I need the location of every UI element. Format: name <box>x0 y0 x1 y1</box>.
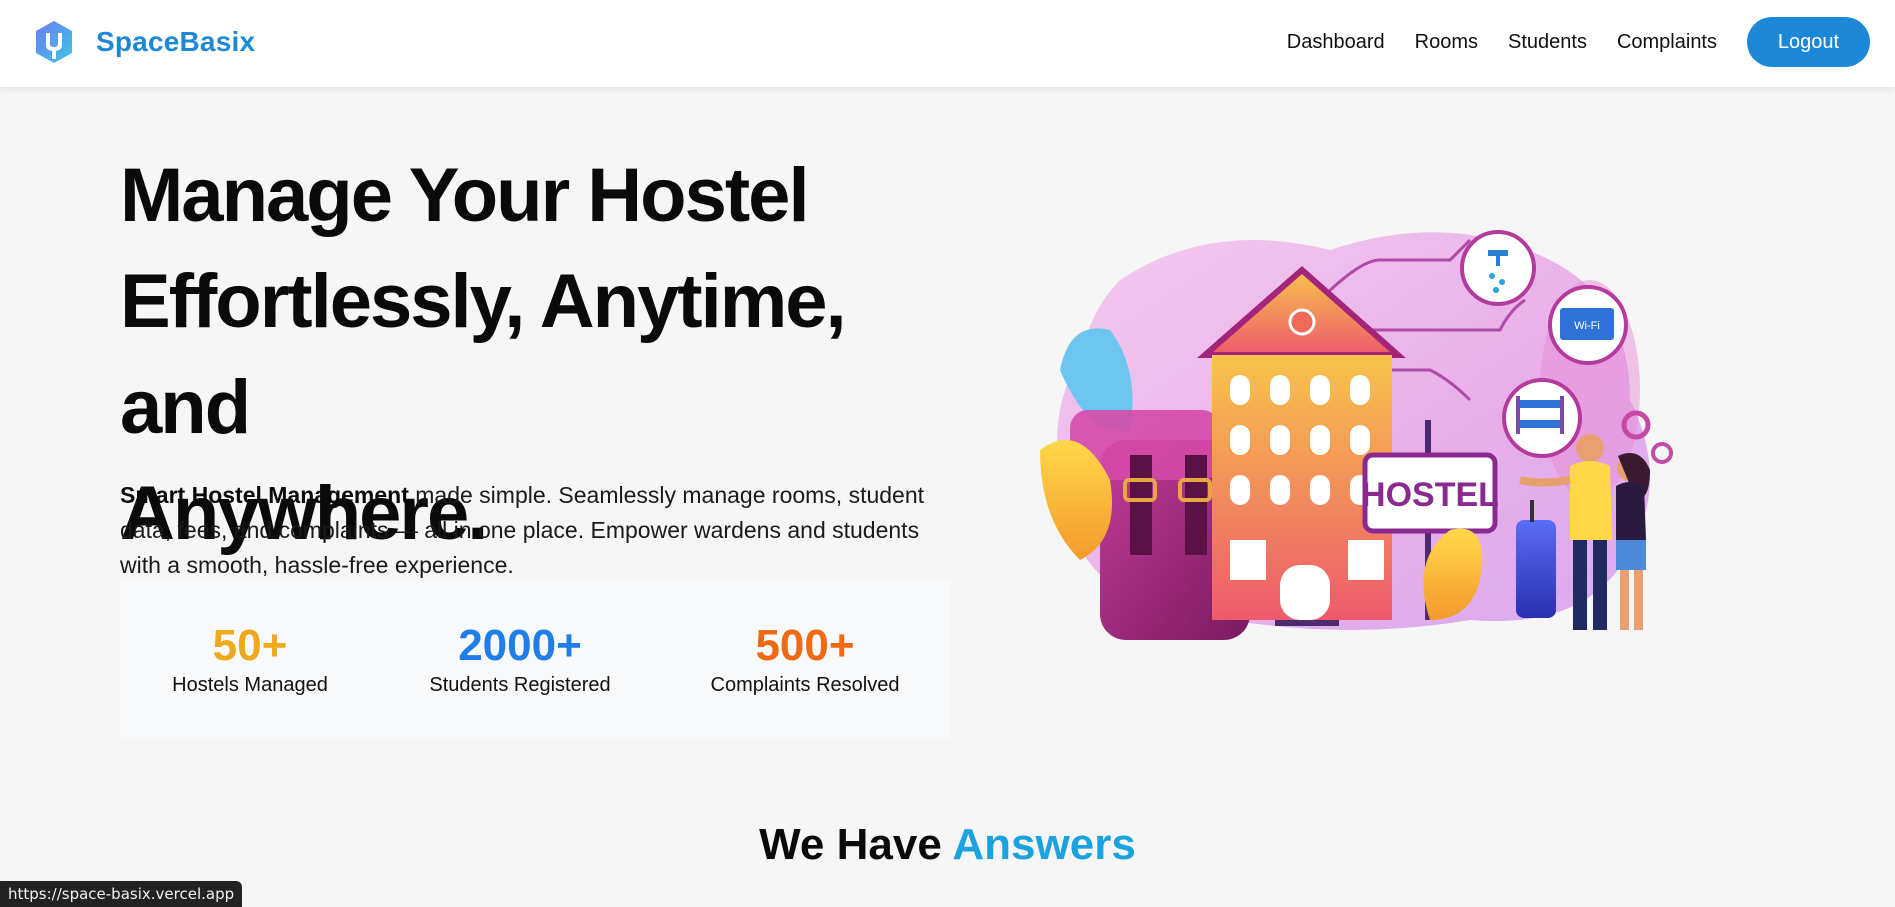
hero-description: Smart Hostel Management made simple. Sea… <box>120 478 950 583</box>
nav-complaints-link[interactable]: Complaints <box>1617 31 1717 54</box>
brand-name: SpaceBasix <box>96 26 256 57</box>
hero-description-bold: Smart Hostel Management <box>120 482 409 508</box>
stats-panel: 50+ Hostels Managed 2000+ Students Regis… <box>120 580 950 738</box>
stat-students-value: 2000+ <box>458 621 582 670</box>
nav-rooms-link[interactable]: Rooms <box>1415 31 1478 54</box>
logout-button[interactable]: Logout <box>1747 17 1870 67</box>
status-bar-url: https://space-basix.vercel.app <box>0 881 243 907</box>
stat-hostels-value: 50+ <box>212 621 288 670</box>
shower-icon <box>1460 230 1536 306</box>
faq-title-plain: We Have <box>759 820 953 869</box>
stat-students-label: Students Registered <box>429 674 611 696</box>
nav-dashboard-link[interactable]: Dashboard <box>1287 31 1385 54</box>
faq-section-title: We Have Answers <box>0 820 1895 870</box>
stat-hostels: 50+ Hostels Managed <box>150 622 350 697</box>
hero-title-line-1: Manage Your Hostel <box>120 153 810 238</box>
hostel-sign-label: HOSTEL <box>1361 476 1499 514</box>
bunk-bed-icon <box>1502 378 1582 458</box>
hostel-illustration: Wi-Fi HOSTEL <box>1040 230 1673 640</box>
faq-title-accent: Answers <box>952 820 1136 869</box>
stat-students: 2000+ Students Registered <box>410 622 630 697</box>
brand-link[interactable]: SpaceBasix <box>34 19 255 65</box>
spacebasix-logo-icon <box>36 21 72 63</box>
nav-links: Dashboard Rooms Students Complaints Logo… <box>1287 17 1870 67</box>
stat-complaints: 500+ Complaints Resolved <box>690 622 920 697</box>
wifi-label: Wi-Fi <box>1574 320 1600 332</box>
stat-hostels-label: Hostels Managed <box>172 674 328 696</box>
stat-complaints-value: 500+ <box>755 621 855 670</box>
hero-title-line-2: Effortlessly, Anytime, and <box>120 259 847 450</box>
stat-complaints-label: Complaints Resolved <box>710 674 900 696</box>
top-navbar: SpaceBasix Dashboard Rooms Students Comp… <box>0 0 1895 87</box>
nav-students-link[interactable]: Students <box>1508 31 1587 54</box>
